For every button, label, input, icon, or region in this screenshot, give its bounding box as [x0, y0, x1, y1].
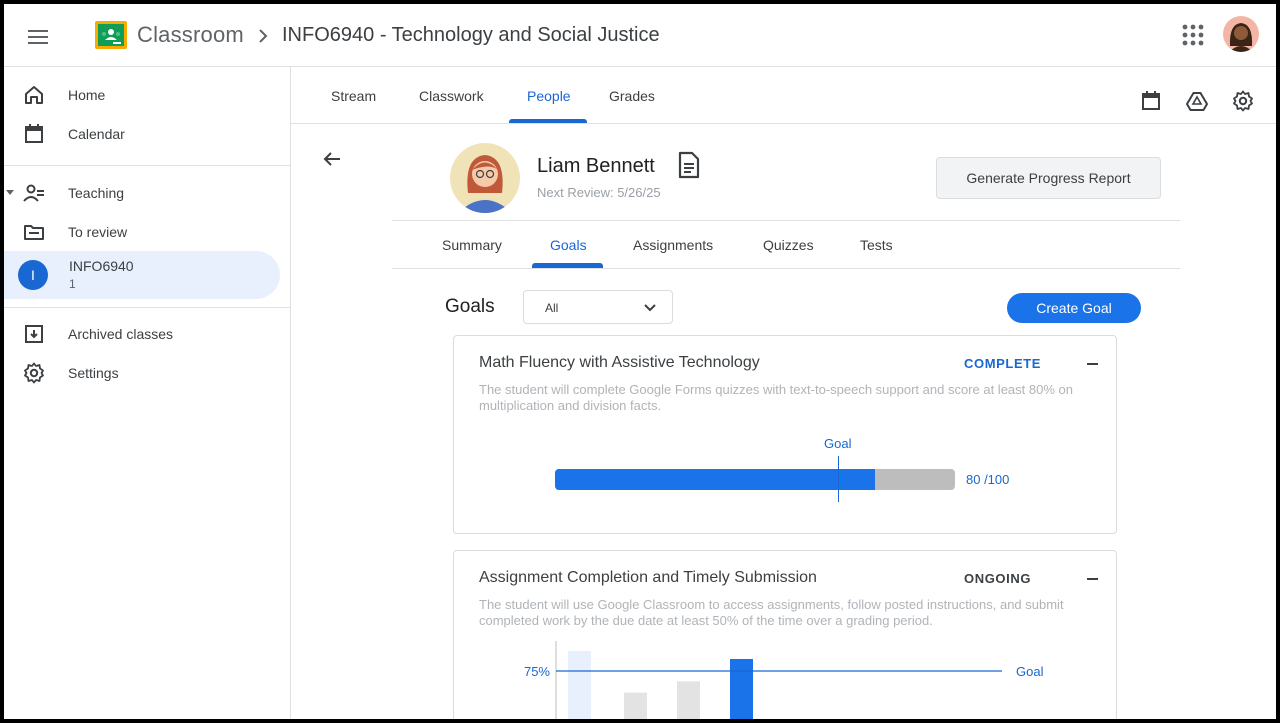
subtab-goals[interactable]: Goals: [550, 237, 587, 253]
account-avatar[interactable]: [1223, 16, 1259, 52]
sidebar-item-label: Calendar: [68, 126, 125, 142]
student-name: Liam Bennett: [537, 155, 655, 177]
goal-filter-dropdown[interactable]: All: [523, 290, 673, 324]
sidebar-item-home[interactable]: Home: [4, 75, 280, 115]
chart-bar: [730, 659, 753, 719]
class-title[interactable]: INFO6940 - Technology and Social Justice: [282, 24, 660, 47]
sidebar-item-calendar[interactable]: Calendar: [4, 114, 280, 154]
subtab-assignments[interactable]: Assignments: [633, 237, 713, 253]
progress-fill: [555, 469, 875, 490]
class-settings-gear-icon[interactable]: [1231, 89, 1255, 113]
tab-stream[interactable]: Stream: [321, 67, 386, 124]
teaching-icon: [23, 184, 44, 202]
classroom-logo-icon[interactable]: [95, 21, 127, 49]
active-tab-indicator: [509, 119, 587, 123]
class-name: INFO6940: [69, 258, 134, 274]
collapse-minus-icon[interactable]: [1087, 578, 1098, 580]
tab-classwork[interactable]: Classwork: [409, 67, 494, 124]
google-apps-icon[interactable]: [1182, 24, 1204, 46]
goal-status-badge: ONGOING: [964, 571, 1032, 586]
gear-icon: [24, 362, 44, 384]
chart-y-tick-label: 75%: [524, 664, 550, 679]
calendar-icon: [25, 124, 43, 143]
goal-card: Assignment Completion and Timely Submiss…: [453, 550, 1117, 719]
sidebar-divider: [4, 307, 291, 308]
chevron-down-icon: [644, 304, 656, 312]
goal-description: The student will complete Google Forms q…: [479, 382, 1073, 413]
goals-heading: Goals: [445, 296, 495, 317]
back-arrow-icon[interactable]: [321, 148, 343, 170]
calendar-icon[interactable]: [1139, 89, 1163, 113]
goal-marker-label: Goal: [824, 436, 852, 451]
submission-chart: 75% Goal: [524, 641, 1044, 719]
goal-description: The student will use Google Classroom to…: [479, 597, 1064, 628]
app-window: Classroom INFO6940 - Technology and Soci…: [4, 4, 1276, 719]
sidebar-item-archived[interactable]: Archived classes: [4, 314, 280, 354]
class-section: 1: [69, 277, 76, 291]
chart-bar: [677, 681, 700, 719]
archive-icon: [25, 325, 43, 343]
sidebar-item-label: Settings: [68, 365, 119, 381]
to-review-icon: [24, 225, 44, 240]
sidebar-item-label: Archived classes: [68, 326, 174, 342]
sidebar-item-to-review[interactable]: To review: [4, 212, 280, 252]
progress-value: 80 /100: [966, 472, 1010, 487]
goal-status-badge: COMPLETE: [964, 356, 1042, 371]
document-icon[interactable]: [676, 151, 702, 179]
chart-bar: [624, 692, 647, 719]
goal-title: Math Fluency with Assistive Technology: [479, 354, 760, 371]
class-initial-avatar: I: [18, 260, 48, 290]
app-title[interactable]: Classroom: [137, 22, 244, 48]
progress-bar: [555, 469, 955, 490]
tab-people[interactable]: People: [517, 67, 581, 124]
divider: [392, 268, 1180, 269]
student-avatar: [450, 143, 520, 213]
goal-title: Assignment Completion and Timely Submiss…: [479, 569, 817, 586]
sidebar-item-label: To review: [68, 224, 128, 240]
main-menu-button[interactable]: [24, 22, 52, 50]
sidebar-item-active-class[interactable]: I INFO6940 1: [4, 251, 280, 299]
subtab-tests[interactable]: Tests: [860, 237, 893, 253]
next-review-date: Next Review: 5/26/25: [537, 185, 661, 200]
subtab-quizzes[interactable]: Quizzes: [763, 237, 814, 253]
goal-marker-line: [838, 456, 839, 502]
sidebar-item-teaching[interactable]: Teaching: [4, 173, 280, 213]
tab-grades[interactable]: Grades: [599, 67, 665, 124]
sidebar-item-label: Teaching: [68, 185, 125, 201]
breadcrumb-chevron-icon: [259, 29, 268, 43]
goal-card: Math Fluency with Assistive Technology C…: [453, 335, 1117, 534]
sidebar-item-label: Home: [68, 87, 106, 103]
collapse-minus-icon[interactable]: [1087, 363, 1098, 365]
sidebar-item-settings[interactable]: Settings: [4, 353, 280, 393]
top-bar: Classroom INFO6940 - Technology and Soci…: [4, 4, 1276, 67]
filter-value: All: [545, 301, 559, 315]
sidebar-divider: [4, 165, 291, 166]
chart-bar: [568, 651, 591, 719]
home-icon: [25, 86, 43, 104]
drive-icon[interactable]: [1185, 89, 1209, 113]
sidebar: Home Calendar Teaching To review I INFO6…: [4, 67, 291, 719]
generate-progress-report-button[interactable]: Generate Progress Report: [936, 157, 1161, 199]
chart-goal-label: Goal: [1016, 664, 1044, 679]
create-goal-button[interactable]: Create Goal: [1007, 293, 1141, 323]
subtab-summary[interactable]: Summary: [442, 237, 502, 253]
divider: [392, 220, 1180, 221]
class-tabs: Stream Classwork People Grades: [291, 67, 1276, 124]
